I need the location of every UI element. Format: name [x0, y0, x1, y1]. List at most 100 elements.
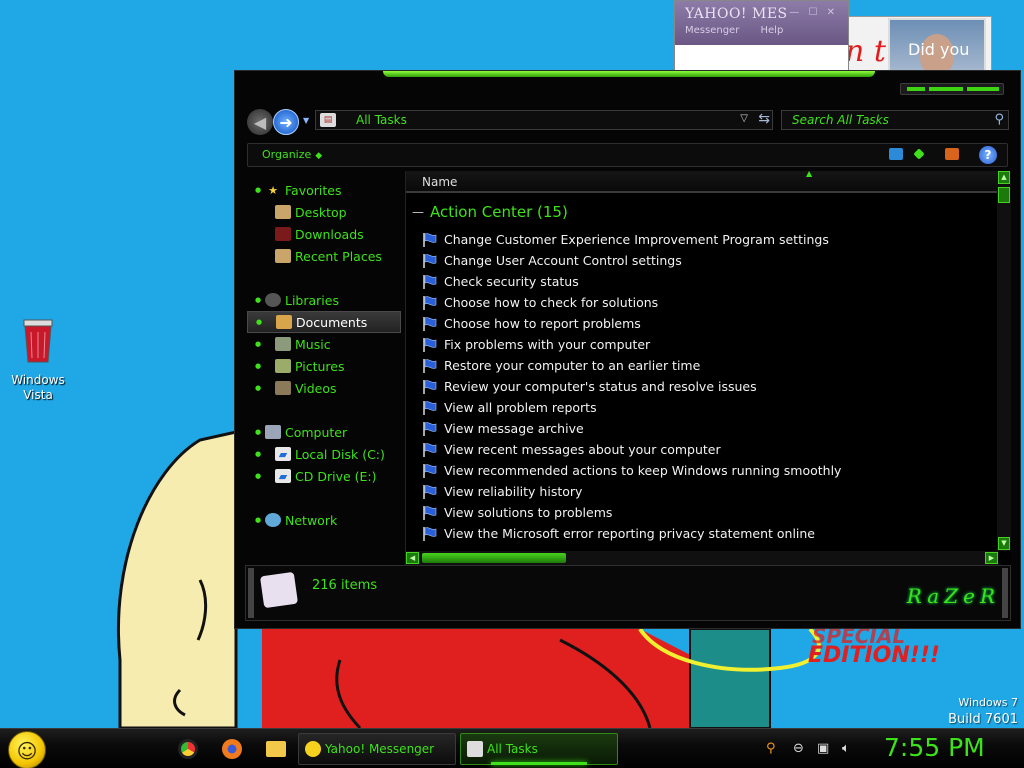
- nav-libraries[interactable]: ● Libraries: [247, 289, 401, 311]
- nav-computer[interactable]: ● Computer: [247, 421, 401, 443]
- task-item[interactable]: View message archive: [422, 418, 996, 439]
- task-item[interactable]: Restore your computer to an earlier time: [422, 355, 996, 376]
- view-options-icon[interactable]: [889, 148, 903, 160]
- task-list: Change Customer Experience Improvement P…: [422, 229, 996, 544]
- horizontal-scrollbar[interactable]: ◀ ▶: [406, 551, 998, 565]
- nav-recent-places[interactable]: Recent Places: [247, 245, 401, 267]
- refresh-icon[interactable]: ⇆: [758, 111, 770, 127]
- search-box[interactable]: Search All Tasks ⚲: [781, 110, 1009, 130]
- downloads-icon: [275, 227, 291, 241]
- nav-favorites[interactable]: ● ★ Favorites: [247, 179, 401, 201]
- task-item[interactable]: Choose how to check for solutions: [422, 292, 996, 313]
- nav-music[interactable]: ● Music: [247, 333, 401, 355]
- nav-videos[interactable]: ● Videos: [247, 377, 401, 399]
- tray-volume-icon[interactable]: 🔈︎: [842, 741, 850, 756]
- maximize-button[interactable]: [929, 87, 963, 91]
- menu-item-help[interactable]: Help: [761, 25, 784, 36]
- horizontal-scroll-thumb[interactable]: [422, 553, 566, 563]
- tray-status-icon[interactable]: ⊖: [793, 741, 804, 756]
- task-item[interactable]: Choose how to report problems: [422, 313, 996, 334]
- back-button[interactable]: ◀: [247, 109, 273, 135]
- computer-group: ● Computer ● ▰ Local Disk (C:) ● ▰ CD Dr…: [247, 421, 401, 487]
- search-icon[interactable]: ⚲: [994, 112, 1004, 127]
- libraries-icon: [265, 293, 281, 307]
- task-label: Restore your computer to an earlier time: [444, 358, 701, 373]
- task-item[interactable]: View the Microsoft error reporting priva…: [422, 523, 996, 544]
- scroll-right-button[interactable]: ▶: [985, 552, 998, 564]
- taskbar: ☺ Yahoo! Messenger All Tasks ⚲ ⊖ ▣ 🔈︎ 7:…: [0, 728, 1024, 768]
- folder-icon[interactable]: [266, 741, 286, 757]
- start-button[interactable]: ☺: [8, 731, 46, 768]
- scroll-up-button[interactable]: ▲: [998, 171, 1010, 184]
- address-dropdown-icon[interactable]: ▽: [740, 113, 748, 124]
- scroll-thumb[interactable]: [998, 187, 1010, 203]
- window-control-buttons[interactable]: [900, 83, 1004, 95]
- minimize-button[interactable]: [907, 87, 925, 91]
- column-header-label: Name: [422, 175, 458, 189]
- help-icon[interactable]: ?: [979, 146, 997, 164]
- nav-desktop[interactable]: Desktop: [247, 201, 401, 223]
- star-icon: ★: [268, 183, 278, 197]
- task-item[interactable]: Review your computer's status and resolv…: [422, 376, 996, 397]
- action-center-flag-icon: [423, 379, 437, 394]
- scroll-left-button[interactable]: ◀: [406, 552, 419, 564]
- nav-local-disk[interactable]: ● ▰ Local Disk (C:): [247, 443, 401, 465]
- group-title: Action Center (15): [430, 203, 568, 221]
- menu-item-messenger[interactable]: Messenger: [685, 25, 739, 36]
- item-count: 216 items: [312, 578, 378, 593]
- nav-documents-label: Documents: [296, 314, 368, 330]
- column-header-name[interactable]: Name ▲: [406, 169, 998, 193]
- razer-logo: RaZeR: [906, 584, 1000, 608]
- task-item[interactable]: View all problem reports: [422, 397, 996, 418]
- task-label: Change Customer Experience Improvement P…: [444, 232, 829, 247]
- task-item[interactable]: Fix problems with your computer: [422, 334, 996, 355]
- task-item[interactable]: View reliability history: [422, 481, 996, 502]
- chrome-icon[interactable]: [178, 739, 198, 759]
- view-dropdown-icon[interactable]: [913, 148, 925, 160]
- preview-pane-icon[interactable]: [945, 148, 959, 160]
- recent-pages-dropdown-icon[interactable]: ▼: [303, 116, 309, 125]
- taskbar-clock[interactable]: 7:55 PM: [884, 733, 985, 762]
- action-center-flag-icon: [423, 526, 437, 541]
- close-button[interactable]: [967, 87, 999, 91]
- organize-button[interactable]: Organize ◆: [262, 148, 322, 161]
- task-label: View recommended actions to keep Windows…: [444, 463, 842, 478]
- window-controls[interactable]: — ☐ ✕: [789, 7, 838, 18]
- yahoo-messenger-window[interactable]: YAHOO! MES — ☐ ✕ Messenger Help: [674, 0, 849, 72]
- nav-pictures[interactable]: ● Pictures: [247, 355, 401, 377]
- desktop-icon-recycle-bin[interactable]: Windows Vista: [6, 318, 70, 403]
- firefox-icon[interactable]: [222, 739, 242, 759]
- scroll-down-button[interactable]: ▼: [998, 537, 1010, 550]
- nav-network[interactable]: ● Network: [247, 509, 401, 531]
- taskbar-button-yahoo-messenger[interactable]: Yahoo! Messenger: [298, 733, 456, 765]
- tray-network-icon[interactable]: ▣: [817, 741, 829, 756]
- favorites-group: ● ★ Favorites Desktop Downloads Recent P…: [247, 179, 401, 267]
- task-label: View reliability history: [444, 484, 583, 499]
- group-header[interactable]: — Action Center (15): [412, 203, 568, 221]
- explorer-window[interactable]: ◀ ➜ ▼ ▤ All Tasks ▽ ⇆ Search All Tasks ⚲…: [234, 70, 1021, 629]
- collapse-icon[interactable]: —: [412, 205, 424, 219]
- task-item[interactable]: Change Customer Experience Improvement P…: [422, 229, 996, 250]
- nav-favorites-label: Favorites: [285, 182, 342, 198]
- action-center-flag-icon: [423, 253, 437, 268]
- documents-icon: [276, 315, 292, 329]
- nav-downloads[interactable]: Downloads: [247, 223, 401, 245]
- task-item[interactable]: View recommended actions to keep Windows…: [422, 460, 996, 481]
- nav-cd-drive[interactable]: ● ▰ CD Drive (E:): [247, 465, 401, 487]
- task-item[interactable]: Check security status: [422, 271, 996, 292]
- window-top-glow: [383, 71, 875, 77]
- address-bar[interactable]: ▤ All Tasks ▽ ⇆: [315, 110, 773, 130]
- forward-button[interactable]: ➜: [273, 109, 299, 135]
- task-item[interactable]: Change User Account Control settings: [422, 250, 996, 271]
- vertical-scrollbar[interactable]: ▲ ▼: [997, 171, 1011, 551]
- expand-bullet-icon: ●: [255, 362, 262, 370]
- tray-search-icon[interactable]: ⚲: [766, 741, 776, 756]
- nav-downloads-label: Downloads: [295, 226, 364, 242]
- command-bar: Organize ◆ ?: [247, 143, 1008, 167]
- taskbar-button-all-tasks[interactable]: All Tasks: [460, 733, 618, 765]
- task-item[interactable]: View recent messages about your computer: [422, 439, 996, 460]
- task-item[interactable]: View solutions to problems: [422, 502, 996, 523]
- expand-bullet-icon: ●: [255, 450, 262, 458]
- search-input[interactable]: Search All Tasks: [792, 113, 889, 127]
- nav-documents[interactable]: ● Documents: [247, 311, 401, 333]
